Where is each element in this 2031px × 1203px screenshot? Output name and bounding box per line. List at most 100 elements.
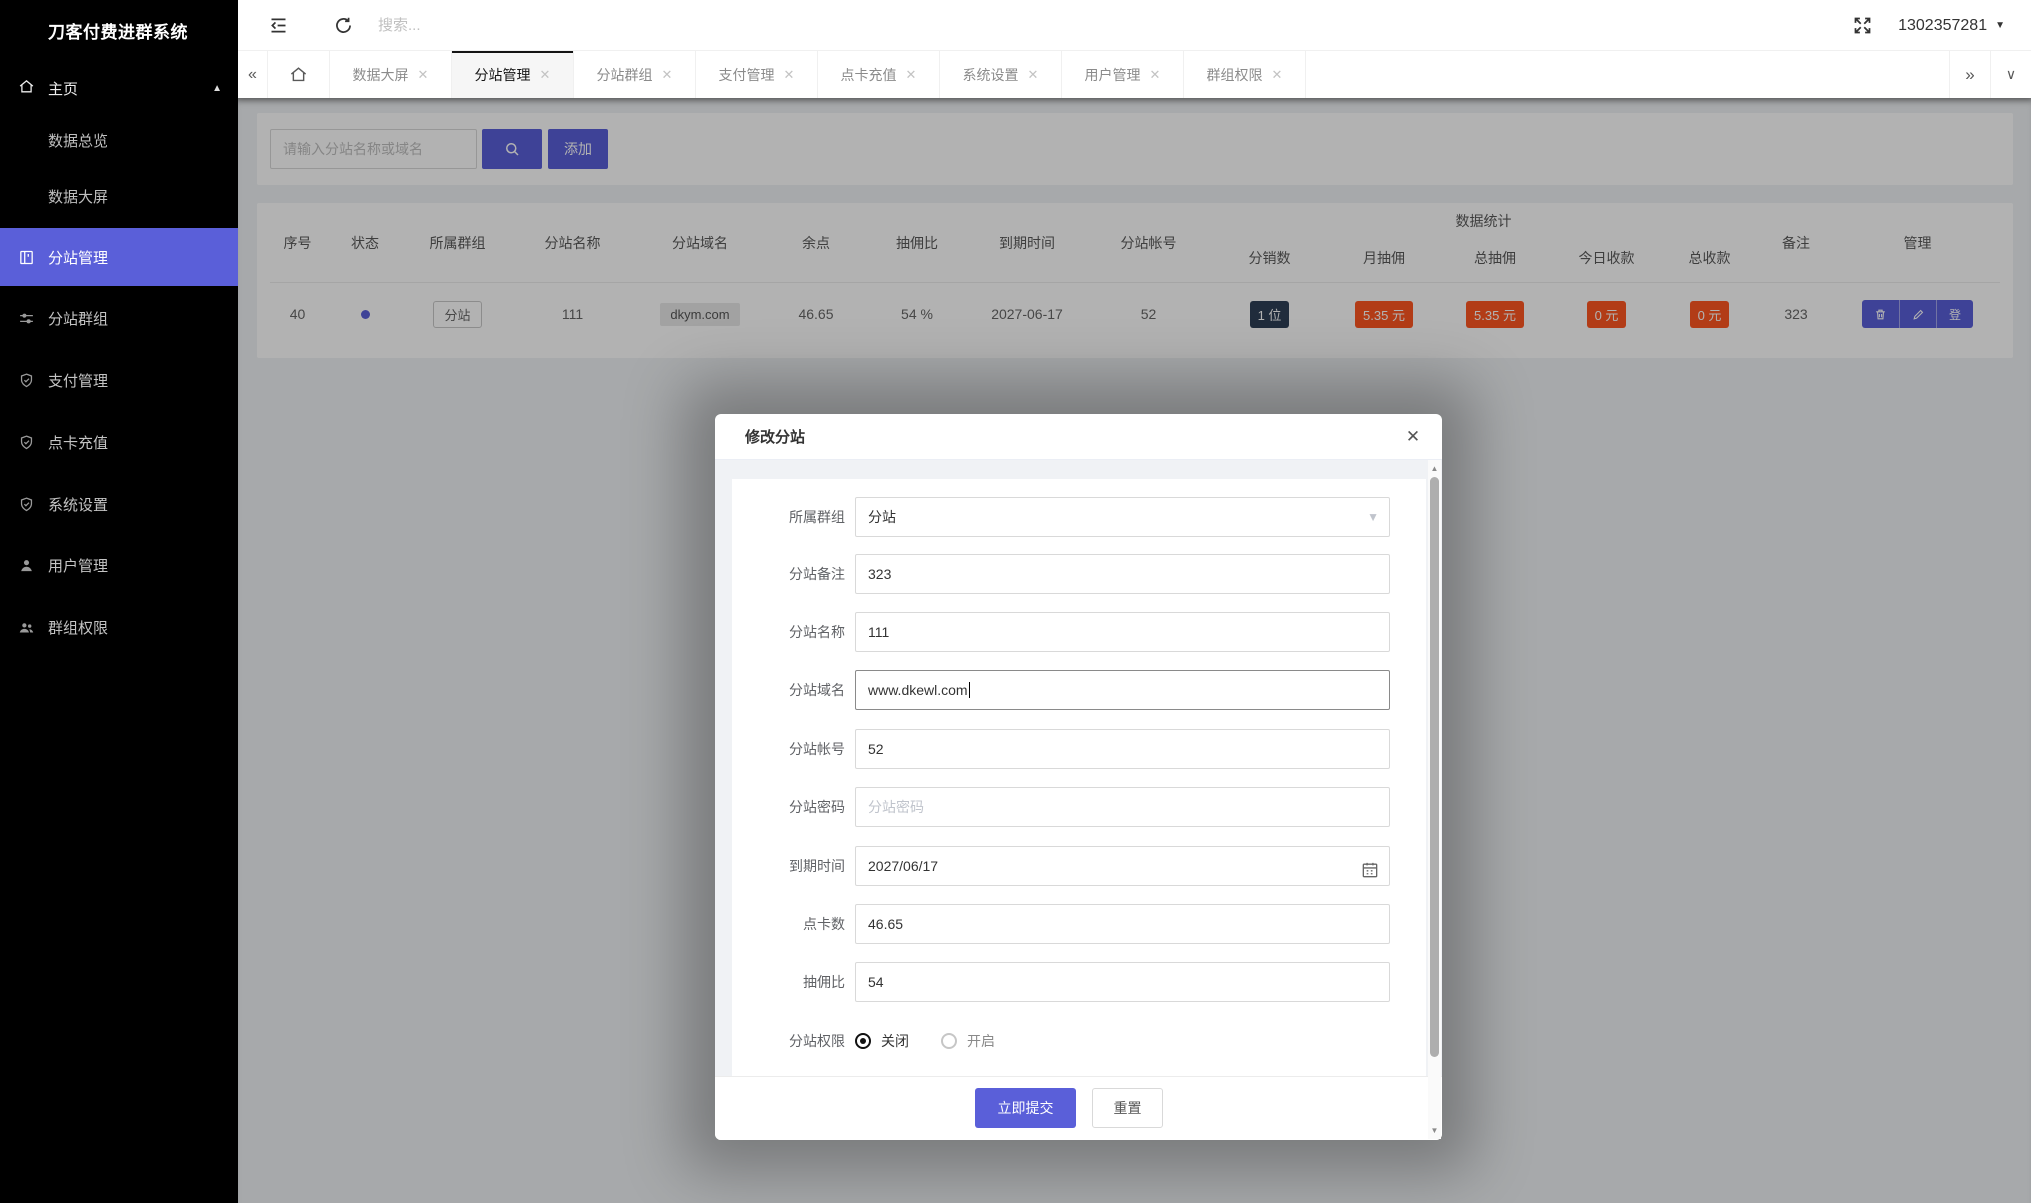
form-row-permission: 分站权限 关闭 开启 xyxy=(732,1021,1426,1061)
sidebar-item-data-screen[interactable]: 数据大屏 xyxy=(0,176,238,220)
tab-user-manage[interactable]: 用户管理 ✕ xyxy=(1062,51,1184,98)
sidebar-item-label: 系统设置 xyxy=(48,496,109,514)
collapse-sidebar-icon[interactable] xyxy=(268,0,289,51)
close-icon[interactable]: ✕ xyxy=(418,67,429,83)
points-field[interactable]: 46.65 xyxy=(855,904,1390,944)
sidebar-item-substation-group[interactable]: 分站群组 xyxy=(0,290,238,346)
sidebar-item-payment-manage[interactable]: 支付管理 xyxy=(0,352,238,408)
scroll-down-icon[interactable]: ▼ xyxy=(1428,1124,1441,1137)
shield-check-icon xyxy=(18,372,35,389)
home-icon xyxy=(290,67,307,82)
close-icon[interactable]: ✕ xyxy=(1272,67,1283,83)
account-field[interactable]: 52 xyxy=(855,729,1390,769)
edit-substation-modal: 修改分站 ✕ 所属群组 分站 ▼ 分站备注 323 分站名称 111 分站域名 … xyxy=(715,414,1442,1140)
radio-off[interactable] xyxy=(855,1033,871,1049)
submit-button[interactable]: 立即提交 xyxy=(975,1088,1076,1128)
tabs-scroll-left-icon[interactable]: « xyxy=(238,51,268,98)
close-icon[interactable]: ✕ xyxy=(662,67,673,83)
book-icon xyxy=(18,249,35,266)
sidebar-item-substation-manage[interactable]: 分站管理 xyxy=(0,228,238,286)
radio-on-label: 开启 xyxy=(967,1033,995,1049)
tab-label: 支付管理 xyxy=(718,66,775,83)
reset-button[interactable]: 重置 xyxy=(1092,1088,1163,1128)
users-icon xyxy=(18,619,35,636)
sidebar-item-label: 数据总览 xyxy=(48,133,109,150)
radio-on[interactable] xyxy=(941,1033,957,1049)
sidebar-item-label: 分站群组 xyxy=(48,310,109,328)
calendar-icon[interactable] xyxy=(1360,856,1380,894)
chevron-down-icon: ▼ xyxy=(1995,20,2005,31)
domain-field[interactable]: www.dkewl.com xyxy=(855,670,1390,710)
refresh-icon[interactable] xyxy=(333,0,354,51)
field-label: 分站权限 xyxy=(789,1033,845,1049)
edit-form: 所属群组 分站 ▼ 分站备注 323 分站名称 111 分站域名 www.dke… xyxy=(732,479,1426,1076)
form-row-group: 所属群组 分站 ▼ xyxy=(732,497,1426,537)
tab-label: 分站群组 xyxy=(596,66,653,83)
tab-substation-manage[interactable]: 分站管理 ✕ xyxy=(452,51,574,98)
tab-substation-group[interactable]: 分站群组 ✕ xyxy=(574,51,696,98)
tabbar: « 数据大屏 ✕ 分站管理 ✕ 分站群组 ✕ 支付管理 ✕ 点卡充值 ✕ 系统设置 ✕ 用户… xyxy=(238,51,2031,98)
modal-scrollbar[interactable]: ▲ ▼ xyxy=(1428,460,1441,1139)
sidebar-item-label: 数据大屏 xyxy=(48,189,109,206)
close-icon[interactable]: ✕ xyxy=(784,67,795,83)
sidebar-item-group-permission[interactable]: 群组权限 xyxy=(0,599,238,655)
remark-field[interactable]: 323 xyxy=(855,554,1390,594)
tab-system-settings[interactable]: 系统设置 ✕ xyxy=(940,51,1062,98)
scrollbar-thumb[interactable] xyxy=(1430,477,1439,1057)
tab-payment-manage[interactable]: 支付管理 ✕ xyxy=(696,51,818,98)
tabs-scroll-right-icon[interactable]: » xyxy=(1949,51,1990,98)
modal-title: 修改分站 xyxy=(745,429,806,446)
modal-header: 修改分站 ✕ xyxy=(715,414,1442,460)
modal-footer: 立即提交 重置 xyxy=(715,1076,1442,1140)
sidebar-item-label: 分站管理 xyxy=(48,249,109,267)
sidebar-item-data-overview[interactable]: 数据总览 xyxy=(0,120,238,164)
field-label: 分站名称 xyxy=(789,624,845,640)
tab-card-recharge[interactable]: 点卡充值 ✕ xyxy=(818,51,940,98)
field-value: 2027/06/17 xyxy=(868,858,939,874)
sliders-icon xyxy=(18,310,35,327)
form-row-password: 分站密码 分站密码 xyxy=(732,787,1426,827)
close-icon[interactable]: ✕ xyxy=(540,67,551,83)
password-field[interactable]: 分站密码 xyxy=(855,787,1390,827)
close-icon[interactable]: ✕ xyxy=(1402,426,1424,448)
sidebar-item-home[interactable]: 主页 ▲ xyxy=(0,66,238,110)
tab-label: 用户管理 xyxy=(1084,66,1141,83)
tabs-menu-icon[interactable]: ∨ xyxy=(1990,51,2031,98)
field-value: www.dkewl.com xyxy=(868,682,968,698)
user-menu[interactable]: 1302357281 ▼ xyxy=(1898,0,2005,51)
sidebar-item-label: 支付管理 xyxy=(48,372,109,390)
fullscreen-icon[interactable] xyxy=(1852,0,1873,51)
tab-data-screen[interactable]: 数据大屏 ✕ xyxy=(330,51,452,98)
field-label: 抽佣比 xyxy=(803,974,845,990)
sidebar-item-card-recharge[interactable]: 点卡充值 xyxy=(0,414,238,470)
form-row-account: 分站帐号 52 xyxy=(732,729,1426,769)
tab-home[interactable] xyxy=(268,51,330,98)
expire-date-field[interactable]: 2027/06/17 xyxy=(855,846,1390,886)
tab-label: 系统设置 xyxy=(962,66,1019,83)
text-cursor xyxy=(968,682,970,698)
sidebar-item-label: 用户管理 xyxy=(48,557,109,575)
field-label: 到期时间 xyxy=(789,858,845,874)
rate-field[interactable]: 54 xyxy=(855,962,1390,1002)
scroll-up-icon[interactable]: ▲ xyxy=(1428,462,1441,475)
tab-group-permission[interactable]: 群组权限 ✕ xyxy=(1184,51,1306,98)
form-row-points: 点卡数 46.65 xyxy=(732,904,1426,944)
tab-label: 点卡充值 xyxy=(840,66,897,83)
close-icon[interactable]: ✕ xyxy=(1150,67,1161,83)
field-value: 46.65 xyxy=(868,916,904,932)
tab-label: 分站管理 xyxy=(474,66,531,83)
field-label: 分站备注 xyxy=(789,566,845,582)
global-search-input[interactable] xyxy=(378,10,698,41)
field-placeholder: 分站密码 xyxy=(868,799,924,815)
field-label: 分站密码 xyxy=(789,799,845,815)
field-label: 分站域名 xyxy=(789,682,845,698)
field-value: 54 xyxy=(868,974,884,990)
username: 1302357281 xyxy=(1898,16,1988,34)
name-field[interactable]: 111 xyxy=(855,612,1390,652)
sidebar-item-system-settings[interactable]: 系统设置 xyxy=(0,476,238,532)
close-icon[interactable]: ✕ xyxy=(1028,67,1039,83)
close-icon[interactable]: ✕ xyxy=(906,67,917,83)
tab-label: 数据大屏 xyxy=(352,66,409,83)
sidebar-item-user-manage[interactable]: 用户管理 xyxy=(0,537,238,593)
group-select[interactable]: 分站 ▼ xyxy=(855,497,1390,537)
